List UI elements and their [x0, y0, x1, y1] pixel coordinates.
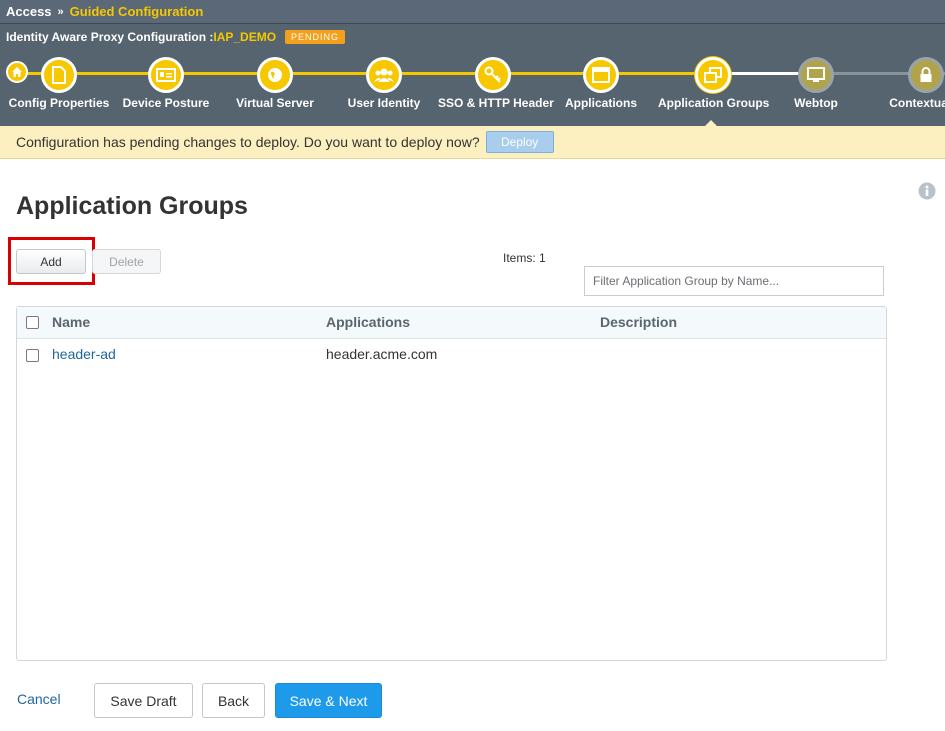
breadcrumb-separator: »: [57, 5, 64, 18]
step-label: Config Properties: [8, 96, 110, 110]
deploy-notice-message: Configuration has pending changes to dep…: [16, 134, 480, 150]
row-name-link[interactable]: header-ad: [52, 339, 116, 370]
step-label: Device Posture: [122, 96, 210, 110]
back-button[interactable]: Back: [202, 683, 265, 718]
step-user-identity[interactable]: User Identity: [329, 57, 439, 110]
page-title: Application Groups: [16, 192, 248, 220]
config-title: Identity Aware Proxy Configuration : IAP…: [6, 30, 346, 44]
step-virtual-server[interactable]: Virtual Server: [220, 57, 330, 110]
id-card-icon: [156, 68, 176, 82]
add-button[interactable]: Add: [16, 249, 86, 274]
config-title-prefix: Identity Aware Proxy Configuration :: [6, 30, 214, 44]
save-draft-button[interactable]: Save Draft: [94, 683, 193, 718]
row-applications: header.acme.com: [326, 346, 438, 362]
step-label: Virtual Server: [236, 96, 314, 110]
config-name: IAP_DEMO: [213, 30, 277, 44]
step-label: User Identity: [347, 96, 421, 110]
table-header: Name Applications Description: [17, 307, 886, 339]
windows-stack-icon: [704, 67, 722, 83]
key-icon: [484, 66, 501, 83]
config-header: Identity Aware Proxy Configuration : IAP…: [0, 24, 945, 126]
column-header-applications[interactable]: Applications: [326, 307, 410, 338]
step-label: Contextual A: [889, 96, 945, 110]
items-count: Items: 1: [503, 251, 546, 265]
breadcrumb-current: Guided Configuration: [69, 4, 204, 19]
step-sso-http-header[interactable]: SSO & HTTP Header: [438, 57, 554, 110]
delete-button[interactable]: Delete: [92, 249, 161, 274]
save-next-button[interactable]: Save & Next: [275, 683, 382, 718]
row-checkbox[interactable]: [26, 349, 39, 362]
filter-input[interactable]: [584, 266, 884, 296]
info-icon[interactable]: [918, 182, 936, 200]
application-groups-table: Name Applications Description header-ad …: [16, 306, 887, 661]
breadcrumb-access-link[interactable]: Access: [6, 4, 52, 19]
table-row[interactable]: header-ad header.acme.com: [17, 339, 886, 371]
window-icon: [592, 67, 610, 83]
cancel-link[interactable]: Cancel: [17, 691, 61, 707]
breadcrumb: Access » Guided Configuration: [0, 0, 945, 24]
globe-icon: [268, 68, 282, 82]
step-webtop[interactable]: Webtop: [761, 57, 871, 110]
deploy-button[interactable]: Deploy: [485, 131, 554, 153]
lock-icon: [920, 67, 932, 82]
step-application-groups[interactable]: Application Groups: [658, 57, 770, 110]
status-badge: PENDING: [285, 30, 346, 44]
step-label: SSO & HTTP Header: [438, 96, 554, 110]
step-label: Webtop: [794, 96, 838, 110]
document-icon: [52, 66, 66, 84]
step-label: Application Groups: [658, 96, 770, 110]
step-config-properties[interactable]: Config Properties: [4, 57, 114, 110]
deploy-notice: Configuration has pending changes to dep…: [0, 126, 945, 159]
monitor-icon: [807, 67, 825, 82]
users-icon: [374, 68, 394, 82]
column-header-description[interactable]: Description: [600, 307, 677, 338]
column-header-name[interactable]: Name: [52, 307, 90, 338]
step-label: Applications: [564, 96, 637, 110]
select-all-checkbox[interactable]: [26, 316, 39, 329]
step-applications[interactable]: Applications: [546, 57, 656, 110]
step-contextual[interactable]: Contextual A: [871, 57, 945, 110]
step-device-posture[interactable]: Device Posture: [111, 57, 221, 110]
